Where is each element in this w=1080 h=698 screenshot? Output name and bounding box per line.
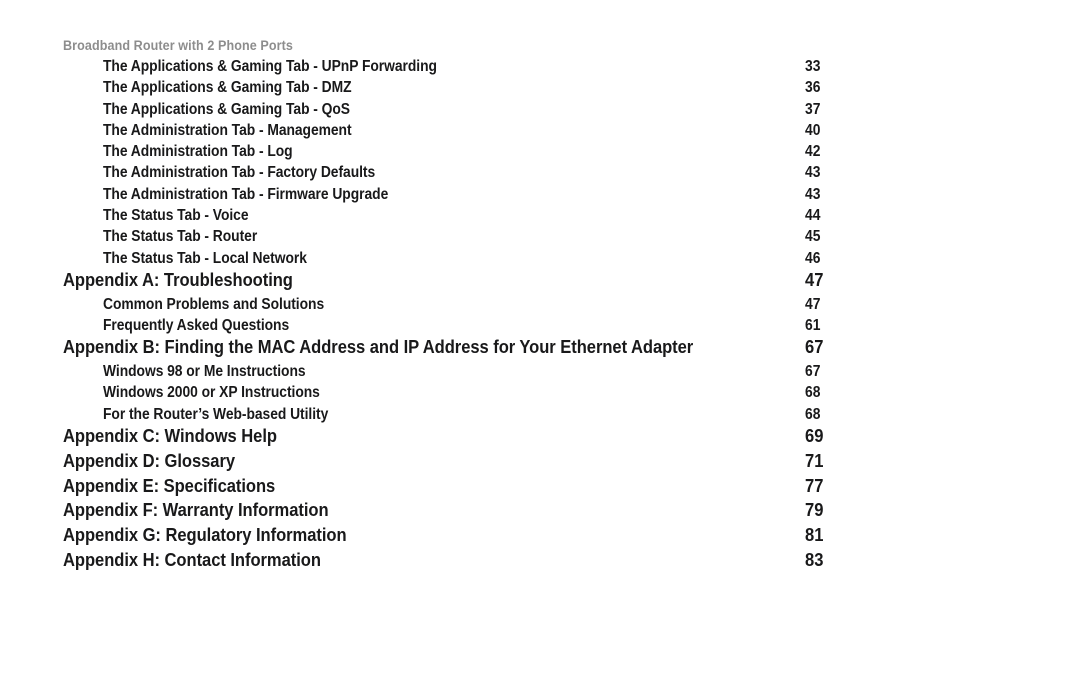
toc-entry-page-number: 42 [805, 143, 821, 161]
toc-entry-label: The Administration Tab - Log [103, 143, 293, 161]
toc-entry-label: Appendix A: Troubleshooting [63, 268, 293, 290]
toc-entry[interactable]: The Status Tab - Router 45 [0, 228, 1080, 249]
toc-entry-label: Windows 2000 or XP Instructions [103, 384, 320, 402]
toc-entry-label: Appendix D: Glossary [63, 449, 236, 471]
toc-entry[interactable]: Windows 2000 or XP Instructions 68 [0, 384, 1080, 405]
toc-entry-page-number: 67 [805, 363, 821, 381]
running-header: Broadband Router with 2 Phone Ports [63, 38, 293, 53]
toc-entry-label: The Status Tab - Local Network [103, 249, 307, 267]
toc-entry-label: The Applications & Gaming Tab - DMZ [103, 79, 352, 97]
toc-entry[interactable]: The Administration Tab - Management 40 [0, 122, 1080, 143]
toc-entry-page-number: 47 [805, 295, 821, 313]
toc-entry-label: The Applications & Gaming Tab - QoS [103, 100, 351, 118]
toc-entry[interactable]: Appendix C: Windows Help 69 [0, 425, 1080, 452]
toc-entry[interactable]: Appendix A: Troubleshooting 47 [0, 268, 1080, 296]
toc-entry-label: The Status Tab - Voice [103, 207, 249, 225]
toc-entry[interactable]: The Administration Tab - Factory Default… [0, 164, 1080, 185]
toc-entry-label: Windows 98 or Me Instructions [103, 363, 306, 381]
toc-entry-label: Appendix C: Windows Help [63, 425, 277, 447]
toc-entry[interactable]: Appendix G: Regulatory Information 81 [0, 524, 1080, 551]
toc-entry[interactable]: The Status Tab - Voice 44 [0, 207, 1080, 228]
toc-entry-page-number: 83 [805, 549, 824, 571]
toc-entry-page-number: 40 [805, 121, 821, 139]
toc-entry-page-number: 68 [805, 384, 821, 402]
toc-entry-page-number: 81 [805, 524, 824, 546]
toc-entry[interactable]: Appendix E: Specifications 77 [0, 474, 1080, 502]
document-page: Broadband Router with 2 Phone Ports The … [0, 0, 1080, 698]
toc-entry-page-number: 67 [805, 336, 824, 358]
toc-entry-page-number: 47 [805, 268, 824, 290]
toc-entry[interactable]: Appendix F: Warranty Information 79 [0, 499, 1080, 526]
toc-entry-page-number: 69 [805, 425, 824, 447]
toc-entry[interactable]: The Applications & Gaming Tab - DMZ 36 [0, 79, 1080, 100]
toc-entry-label: Frequently Asked Questions [103, 317, 290, 335]
toc-entry-page-number: 43 [805, 185, 821, 203]
toc-entry[interactable]: Frequently Asked Questions 61 [0, 317, 1080, 338]
table-of-contents: The Applications & Gaming Tab - UPnP For… [0, 58, 1080, 576]
toc-entry-page-number: 43 [805, 164, 821, 182]
toc-entry[interactable]: For the Router’s Web-based Utility 68 [0, 406, 1080, 427]
toc-entry[interactable]: Appendix D: Glossary 71 [0, 449, 1080, 477]
toc-entry[interactable]: The Applications & Gaming Tab - UPnP For… [0, 58, 1080, 79]
toc-entry[interactable]: The Status Tab - Local Network 46 [0, 250, 1080, 271]
toc-entry-label: For the Router’s Web-based Utility [103, 405, 329, 423]
toc-entry-page-number: 36 [805, 79, 821, 97]
toc-entry[interactable]: Common Problems and Solutions 47 [0, 296, 1080, 317]
toc-entry-page-number: 44 [805, 207, 821, 225]
toc-entry-label: Appendix H: Contact Information [63, 549, 321, 571]
toc-entry[interactable]: The Administration Tab - Log 42 [0, 143, 1080, 164]
toc-entry-label: The Administration Tab - Firmware Upgrad… [103, 185, 389, 203]
toc-entry-page-number: 45 [805, 228, 821, 246]
toc-entry-page-number: 46 [805, 249, 821, 267]
toc-entry-label: The Administration Tab - Factory Default… [103, 164, 376, 182]
toc-entry-label: Appendix E: Specifications [63, 474, 276, 496]
toc-entry-page-number: 71 [805, 449, 824, 471]
toc-entry-label: The Administration Tab - Management [103, 121, 352, 139]
toc-entry[interactable]: The Administration Tab - Firmware Upgrad… [0, 186, 1080, 207]
toc-entry-page-number: 37 [805, 100, 821, 118]
toc-entry-label: Appendix F: Warranty Information [63, 499, 329, 521]
toc-entry-page-number: 77 [805, 474, 824, 496]
toc-entry-page-number: 68 [805, 405, 821, 423]
toc-entry[interactable]: Windows 98 or Me Instructions 67 [0, 363, 1080, 384]
toc-entry[interactable]: Appendix H: Contact Information 83 [0, 549, 1080, 576]
toc-entry-page-number: 61 [805, 317, 821, 335]
toc-entry-label: Common Problems and Solutions [103, 295, 325, 313]
toc-entry-page-number: 79 [805, 499, 824, 521]
toc-entry-page-number: 33 [805, 58, 821, 75]
toc-entry-label: Appendix G: Regulatory Information [63, 524, 347, 546]
toc-entry-label: The Status Tab - Router [103, 228, 258, 246]
toc-entry-label: The Applications & Gaming Tab - UPnP For… [103, 58, 437, 75]
toc-entry[interactable]: The Applications & Gaming Tab - QoS 37 [0, 101, 1080, 122]
toc-entry-label: Appendix B: Finding the MAC Address and … [63, 336, 694, 358]
toc-entry[interactable]: Appendix B: Finding the MAC Address and … [0, 336, 1080, 363]
